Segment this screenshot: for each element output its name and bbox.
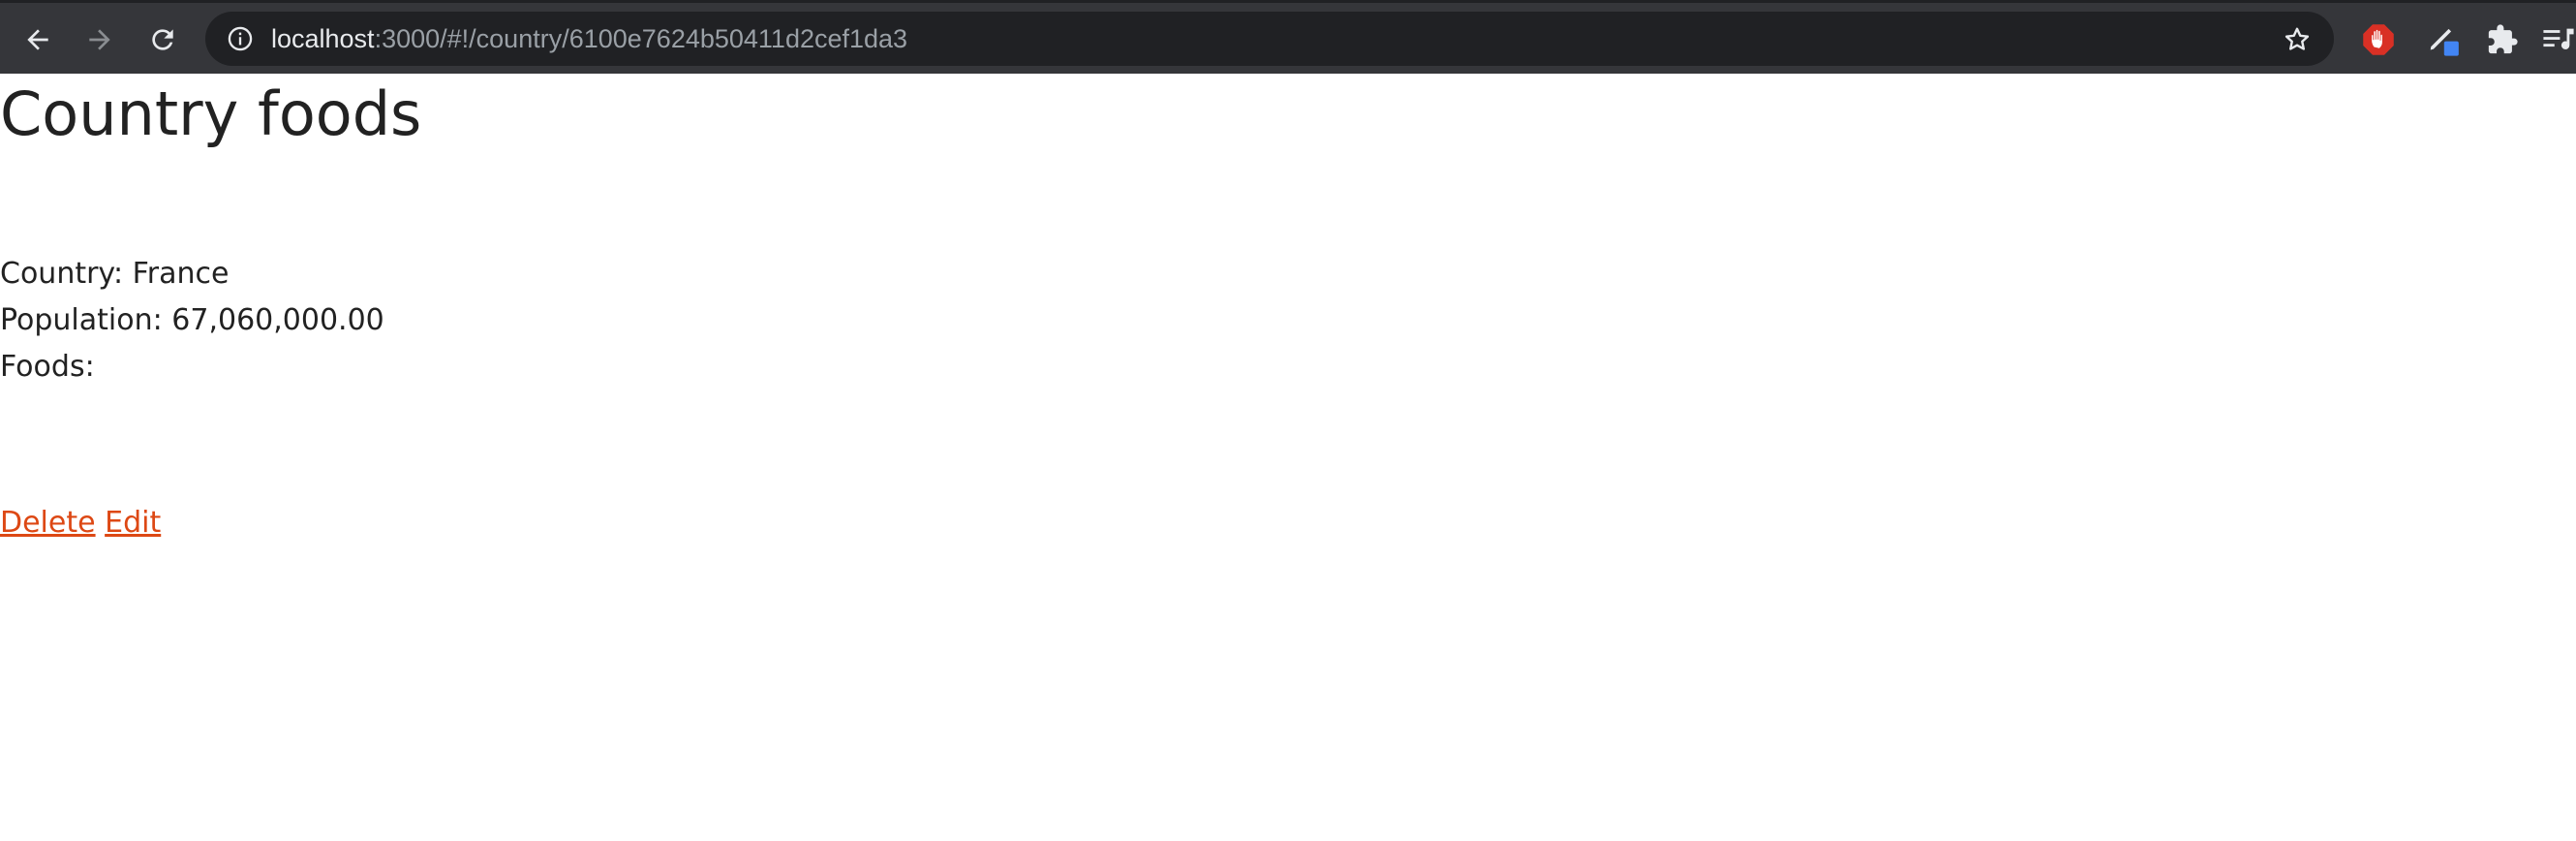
- foods-row: Foods:: [0, 348, 95, 387]
- media-control-button[interactable]: [2539, 20, 2576, 59]
- country-value: France: [132, 257, 230, 291]
- url-text[interactable]: localhost:3000/#!/country/6100e7624b5041…: [271, 12, 907, 66]
- arrow-left-icon: [27, 29, 48, 50]
- action-links: Delete Edit: [0, 504, 161, 543]
- country-row: Country: France: [0, 255, 229, 294]
- population-value: 67,060,000.00: [171, 303, 384, 337]
- reload-button[interactable]: [143, 20, 182, 59]
- url-path: :3000/#!/country/6100e7624b50411d2cef1da…: [374, 24, 908, 53]
- pen-extension-button[interactable]: [2424, 20, 2463, 59]
- adblock-extension-button[interactable]: [2359, 20, 2398, 59]
- url-host: localhost: [271, 24, 375, 53]
- media-list-icon: [2543, 28, 2574, 49]
- foods-label: Foods:: [0, 350, 95, 384]
- population-row: Population: 67,060,000.00: [0, 301, 384, 340]
- population-label: Population:: [0, 303, 163, 337]
- adblock-hand-icon: [2363, 24, 2394, 55]
- info-icon[interactable]: [227, 25, 254, 52]
- pen-extension-icon: [2430, 28, 2459, 56]
- back-button[interactable]: [18, 20, 57, 59]
- forward-button[interactable]: [80, 20, 119, 59]
- edit-link[interactable]: Edit: [105, 506, 161, 540]
- star-icon[interactable]: [2282, 24, 2313, 55]
- puzzle-icon: [2488, 24, 2518, 54]
- address-bar[interactable]: localhost:3000/#!/country/6100e7624b5041…: [205, 12, 2334, 66]
- browser-toolbar: localhost:3000/#!/country/6100e7624b5041…: [0, 0, 2576, 74]
- country-label: Country:: [0, 257, 124, 291]
- extensions-button[interactable]: [2483, 20, 2522, 59]
- delete-link[interactable]: Delete: [0, 506, 96, 540]
- page-title: Country foods: [0, 78, 422, 149]
- reload-icon: [152, 29, 173, 50]
- arrow-right-icon: [89, 29, 110, 50]
